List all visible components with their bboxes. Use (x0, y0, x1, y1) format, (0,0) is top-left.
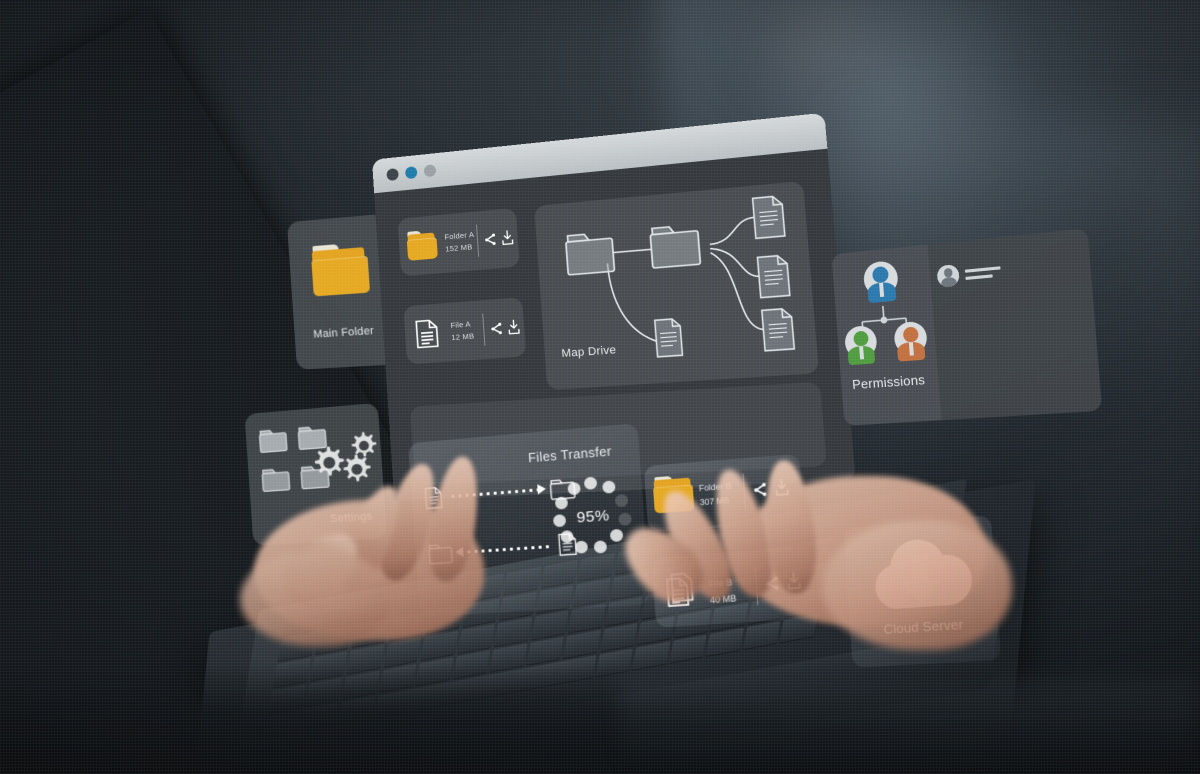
scene-root: Main Folder Folder A 152 MB (0, 0, 1200, 774)
film-grain (0, 0, 1200, 774)
